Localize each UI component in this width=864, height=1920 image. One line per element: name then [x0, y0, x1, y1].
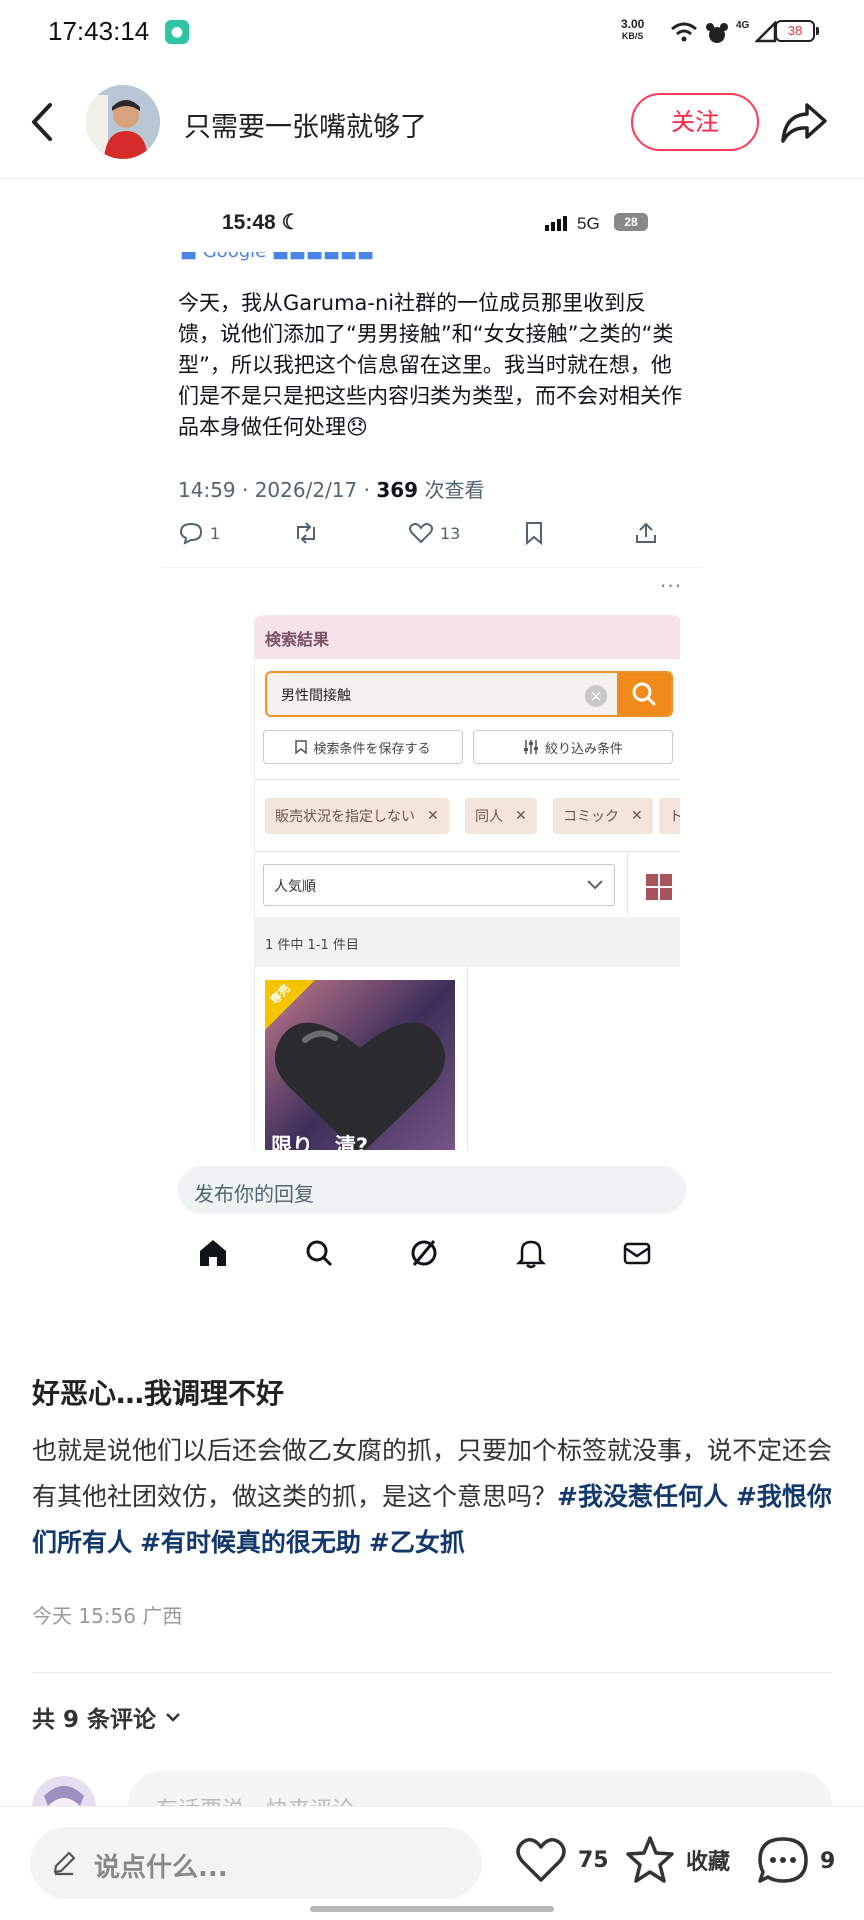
chevron-left-icon: [32, 103, 52, 141]
hashtag[interactable]: #我没惹任何人: [557, 1482, 728, 1511]
back-button[interactable]: [24, 97, 64, 147]
filter-tag: ト: [659, 798, 680, 834]
tweet-retweet-button: [292, 521, 320, 545]
upload-icon: [636, 522, 656, 543]
post-body: 也就是说他们以后还会做乙女腐的抓，只要加个标签就没事，说不定还会有其他社团效仿，…: [32, 1436, 833, 1557]
author-avatar[interactable]: [86, 85, 160, 159]
chevron-down-icon: [587, 880, 603, 890]
sort-select: 人気順: [263, 864, 615, 906]
home-icon: [196, 1236, 230, 1270]
tweet-bookmark-button: [523, 521, 545, 545]
share-icon: [781, 103, 827, 143]
close-icon: ✕: [631, 808, 643, 824]
product-thumbnail: 専売 限り 清?: [265, 980, 455, 1150]
close-icon: ✕: [515, 808, 527, 824]
app-notification-icon: ●: [165, 20, 189, 44]
bookmark-icon: [295, 740, 308, 754]
heart-icon: [516, 1838, 566, 1882]
search-button: [617, 673, 671, 715]
chevron-down-icon: [166, 1713, 180, 1722]
post-image[interactable]: 15:48 ☾ 5G 28 ■ Google ■■■■■■ 今天，我从Garum…: [162, 196, 702, 1306]
reply-input: 发布你的回复: [178, 1166, 686, 1214]
hashtag[interactable]: #有时候真的很无助: [140, 1528, 361, 1557]
post-date-location: 今天 15:56 广西: [32, 1604, 183, 1628]
follow-button[interactable]: 关注: [631, 93, 759, 151]
embedded-tab-bar: [162, 1236, 702, 1286]
home-indicator: [310, 1906, 554, 1912]
filter-tag: 販売状況を指定しない ✕: [265, 798, 449, 834]
grok-icon: [407, 1236, 441, 1270]
bell-icon: [514, 1236, 548, 1270]
save-search-button: 検索条件を保存する: [263, 730, 463, 764]
battery-icon: 38: [775, 20, 819, 42]
say-something-input[interactable]: 说点什么...: [30, 1827, 482, 1899]
status-bar: 17:43:14 ● 3.00 KB/S 4G 38: [0, 0, 864, 64]
heart-outline-icon: [409, 523, 433, 544]
header-divider: [0, 178, 864, 179]
divider: [32, 1672, 832, 1673]
clear-icon: ×: [585, 685, 607, 707]
embedded-battery: 28: [614, 213, 648, 231]
grid-view-icon: [645, 873, 673, 901]
moon-icon: ☾: [281, 211, 301, 234]
signal-icon: 4G: [736, 19, 750, 31]
tweet-reply-button: 1: [178, 521, 220, 545]
comment-sort-toggle[interactable]: 共 9 条评论: [32, 1700, 182, 1734]
like-button[interactable]: 75: [514, 1835, 609, 1885]
search-icon: [632, 682, 656, 706]
comment-icon: [179, 522, 203, 545]
retweet-icon: [297, 522, 315, 544]
network-speed: 3.00 KB/S: [621, 17, 645, 41]
close-icon: ✕: [427, 808, 439, 824]
translated-by-google-cutoff: ■ Google ■■■■■■: [180, 252, 380, 262]
tweet-text: 今天，我从Garuma-ni社群的一位成员那里收到反馈，说他们添加了“男男接触”…: [178, 291, 682, 439]
embedded-signal-icon: [545, 216, 567, 231]
author-name[interactable]: 只需要一张嘴就够了: [184, 105, 427, 144]
bookmark-icon: [526, 522, 542, 545]
post-header: 只需要一张嘴就够了 关注: [0, 75, 864, 175]
embedded-status-bar: 15:48 ☾ 5G 28: [162, 196, 702, 252]
tweet-meta: 14:59 · 2026/2/17 · 369 次查看: [178, 478, 485, 502]
shop-search-screenshot: 検索結果 男性間接触 × 検索条件を保存する 絞り込み条件 販売状況を指定しない…: [254, 615, 680, 1150]
more-icon: ···: [660, 574, 683, 598]
pencil-icon: [53, 1851, 76, 1876]
sliders-icon: [523, 740, 538, 754]
embedded-network: 5G: [577, 214, 600, 233]
shop-search-field: 男性間接触 ×: [265, 671, 673, 717]
post-title: 好恶心…我调理不好: [32, 1377, 285, 1410]
comment-bubble-icon: [758, 1837, 808, 1883]
share-button[interactable]: [779, 97, 829, 147]
pet-icon: [706, 23, 728, 43]
filter-tag: 同人 ✕: [465, 798, 537, 834]
status-icons: 4G: [670, 18, 777, 46]
comment-button[interactable]: 9: [756, 1835, 835, 1887]
wifi-icon: [671, 22, 697, 42]
filter-tag: コミック ✕: [553, 798, 653, 834]
hashtag[interactable]: #乙女抓: [369, 1528, 465, 1557]
result-count: 1 件中 1-1 件目: [255, 917, 680, 967]
mail-icon: [620, 1236, 654, 1270]
embedded-time: 15:48 ☾: [222, 211, 301, 234]
tweet-like-button: 13: [408, 521, 460, 545]
star-icon: [626, 1836, 674, 1883]
tweet-actions: 1 13: [178, 521, 678, 557]
search-icon: [302, 1236, 336, 1270]
tweet-share-button: [634, 521, 658, 545]
search-results-header: 検索結果: [255, 615, 680, 659]
bottom-action-bar: 说点什么... 75 收藏 9: [0, 1806, 864, 1920]
tweet-divider: [162, 567, 702, 568]
collect-button[interactable]: 收藏: [624, 1835, 730, 1885]
filter-conditions-button: 絞り込み条件: [473, 730, 673, 764]
status-time: 17:43:14: [48, 16, 150, 46]
